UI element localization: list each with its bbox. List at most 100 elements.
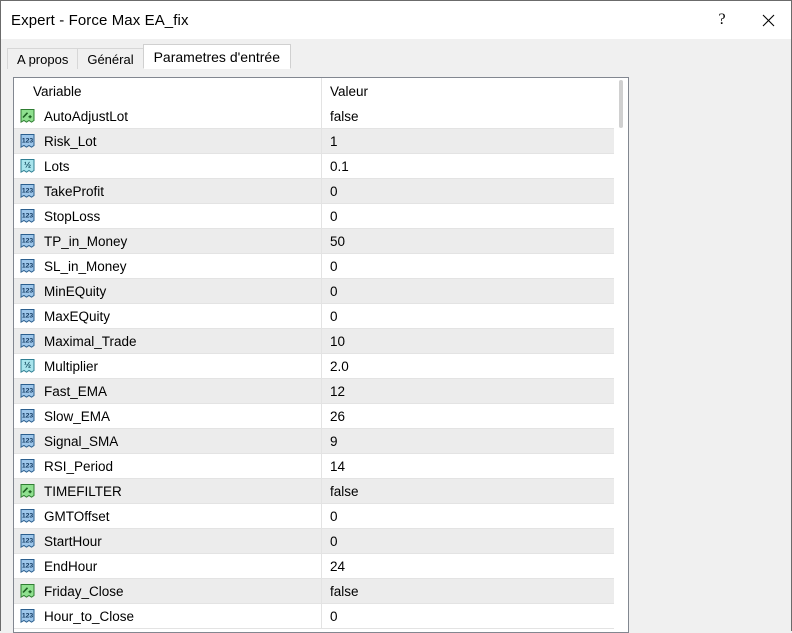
table-row[interactable]: 123EndHour24 bbox=[14, 554, 628, 579]
svg-text:123: 123 bbox=[22, 237, 34, 244]
svg-text:123: 123 bbox=[22, 212, 34, 219]
titlebar-button-group: ? bbox=[699, 1, 791, 39]
parameter-name-cell[interactable]: AutoAdjustLot bbox=[14, 104, 322, 128]
parameter-name-cell[interactable]: 123 StartHour bbox=[14, 529, 322, 553]
parameter-name-cell[interactable]: 123Slow_EMA bbox=[14, 404, 322, 428]
column-header-label: Valeur bbox=[330, 84, 368, 99]
table-row[interactable]: ½ Multiplier 2.0 bbox=[14, 354, 628, 379]
parameter-name-label: TIMEFILTER bbox=[44, 484, 122, 499]
tab-label: A propos bbox=[17, 52, 68, 67]
table-row[interactable]: 123GMTOffset0 bbox=[14, 504, 628, 529]
parameter-value-cell[interactable]: 0 bbox=[322, 529, 628, 553]
parameter-name-cell[interactable]: Friday_Close bbox=[14, 579, 322, 603]
parameter-value-cell[interactable]: 2.0 bbox=[322, 354, 628, 378]
parameter-value-cell[interactable]: 24 bbox=[322, 554, 628, 578]
parameter-name-cell[interactable]: 123Risk_Lot bbox=[14, 129, 322, 153]
table-row[interactable]: 123 MinEQuity 0 bbox=[14, 279, 628, 304]
svg-text:123: 123 bbox=[22, 337, 34, 344]
header-cell-variable: Variable bbox=[14, 78, 322, 104]
parameter-value-cell[interactable]: 0 bbox=[322, 204, 628, 228]
vertical-scrollbar[interactable] bbox=[614, 78, 628, 632]
table-row[interactable]: AutoAdjustLotfalse bbox=[14, 104, 628, 129]
svg-text:123: 123 bbox=[22, 537, 34, 544]
table-row[interactable]: TIMEFILTER false bbox=[14, 479, 628, 504]
parameter-name-label: MinEQuity bbox=[44, 284, 106, 299]
int-type-icon: 123 bbox=[19, 458, 36, 475]
parameter-name-cell[interactable]: 123 MinEQuity bbox=[14, 279, 322, 303]
table-row[interactable]: 123TakeProfit 0 bbox=[14, 179, 628, 204]
parameter-value-label: 50 bbox=[330, 234, 345, 249]
parameter-name-cell[interactable]: 123StopLoss bbox=[14, 204, 322, 228]
parameter-name-cell[interactable]: 123Fast_EMA bbox=[14, 379, 322, 403]
int-type-icon: 123 bbox=[19, 508, 36, 525]
parameter-name-cell[interactable]: 123TakeProfit bbox=[14, 179, 322, 203]
parameter-name-label: Multiplier bbox=[44, 359, 98, 374]
parameter-value-cell[interactable]: 0 bbox=[322, 304, 628, 328]
parameter-name-cell[interactable]: 123SL_in_Money bbox=[14, 254, 322, 278]
close-icon bbox=[762, 14, 775, 27]
parameter-value-label: 0 bbox=[330, 309, 338, 324]
int-type-icon: 123 bbox=[19, 433, 36, 450]
int-type-icon: 123 bbox=[19, 133, 36, 150]
parameter-value-cell[interactable]: 0 bbox=[322, 279, 628, 303]
parameter-value-label: 26 bbox=[330, 409, 345, 424]
table-row[interactable]: 123Risk_Lot1 bbox=[14, 129, 628, 154]
tab-general[interactable]: Général bbox=[77, 48, 143, 69]
int-type-icon: 123 bbox=[19, 283, 36, 300]
parameter-value-cell[interactable]: 0 bbox=[322, 504, 628, 528]
parameter-value-cell[interactable]: false bbox=[322, 479, 628, 503]
parameter-value-cell[interactable]: false bbox=[322, 104, 628, 128]
parameter-name-label: StartHour bbox=[44, 534, 102, 549]
parameter-value-cell[interactable]: 0 bbox=[322, 179, 628, 203]
table-row[interactable]: 123MaxEQuity 0 bbox=[14, 304, 628, 329]
parameter-name-cell[interactable]: 123TP_in_Money bbox=[14, 229, 322, 253]
parameter-name-cell[interactable]: ½ Multiplier bbox=[14, 354, 322, 378]
table-row[interactable]: 123Hour_to_Close0 bbox=[14, 604, 628, 629]
tab-a-propos[interactable]: A propos bbox=[7, 48, 78, 69]
table-row[interactable]: 123Signal_SMA9 bbox=[14, 429, 628, 454]
parameter-name-cell[interactable]: TIMEFILTER bbox=[14, 479, 322, 503]
parameter-name-cell[interactable]: 123RSI_Period bbox=[14, 454, 322, 478]
table-row[interactable]: 123StopLoss 0 bbox=[14, 204, 628, 229]
double-type-icon: ½ bbox=[19, 358, 36, 375]
table-row[interactable]: 123RSI_Period14 bbox=[14, 454, 628, 479]
svg-text:123: 123 bbox=[22, 612, 34, 619]
table-row[interactable]: 123Maximal_Trade10 bbox=[14, 329, 628, 354]
parameter-name-cell[interactable]: 123GMTOffset bbox=[14, 504, 322, 528]
table-row[interactable]: 123Slow_EMA 26 bbox=[14, 404, 628, 429]
parameter-value-label: 0 bbox=[330, 209, 338, 224]
help-button[interactable]: ? bbox=[699, 1, 745, 39]
parameter-value-cell[interactable]: false bbox=[322, 579, 628, 603]
parameter-name-cell[interactable]: 123Maximal_Trade bbox=[14, 329, 322, 353]
table-row[interactable]: 123Fast_EMA12 bbox=[14, 379, 628, 404]
parameter-value-cell[interactable]: 26 bbox=[322, 404, 628, 428]
parameter-value-cell[interactable]: 0 bbox=[322, 254, 628, 278]
parameter-name-cell[interactable]: 123MaxEQuity bbox=[14, 304, 322, 328]
parameter-value-cell[interactable]: 0 bbox=[322, 604, 628, 628]
parameter-value-cell[interactable]: 10 bbox=[322, 329, 628, 353]
table-row[interactable]: 123 StartHour 0 bbox=[14, 529, 628, 554]
window-titlebar: Expert - Force Max EA_fix ? bbox=[1, 1, 791, 39]
table-row[interactable]: 123SL_in_Money0 bbox=[14, 254, 628, 279]
parameter-value-label: 0 bbox=[330, 184, 338, 199]
parameter-name-label: Lots bbox=[44, 159, 70, 174]
table-row[interactable]: ½Lots0.1 bbox=[14, 154, 628, 179]
parameter-name-label: SL_in_Money bbox=[44, 259, 127, 274]
table-header-row: Variable Valeur bbox=[14, 78, 628, 104]
parameter-value-cell[interactable]: 50 bbox=[322, 229, 628, 253]
close-button[interactable] bbox=[745, 1, 791, 39]
parameter-name-cell[interactable]: 123EndHour bbox=[14, 554, 322, 578]
parameter-value-cell[interactable]: 0.1 bbox=[322, 154, 628, 178]
parameter-name-label: Slow_EMA bbox=[44, 409, 110, 424]
parameter-name-cell[interactable]: ½Lots bbox=[14, 154, 322, 178]
parameter-name-cell[interactable]: 123Signal_SMA bbox=[14, 429, 322, 453]
parameter-value-cell[interactable]: 1 bbox=[322, 129, 628, 153]
tab-parametres-dentree[interactable]: Parametres d'entrée bbox=[143, 44, 291, 69]
parameter-value-cell[interactable]: 14 bbox=[322, 454, 628, 478]
table-row[interactable]: Friday_Closefalse bbox=[14, 579, 628, 604]
parameter-value-cell[interactable]: 12 bbox=[322, 379, 628, 403]
table-row[interactable]: 123TP_in_Money 50 bbox=[14, 229, 628, 254]
parameter-value-cell[interactable]: 9 bbox=[322, 429, 628, 453]
scrollbar-thumb[interactable] bbox=[619, 80, 623, 128]
parameter-name-cell[interactable]: 123Hour_to_Close bbox=[14, 604, 322, 628]
